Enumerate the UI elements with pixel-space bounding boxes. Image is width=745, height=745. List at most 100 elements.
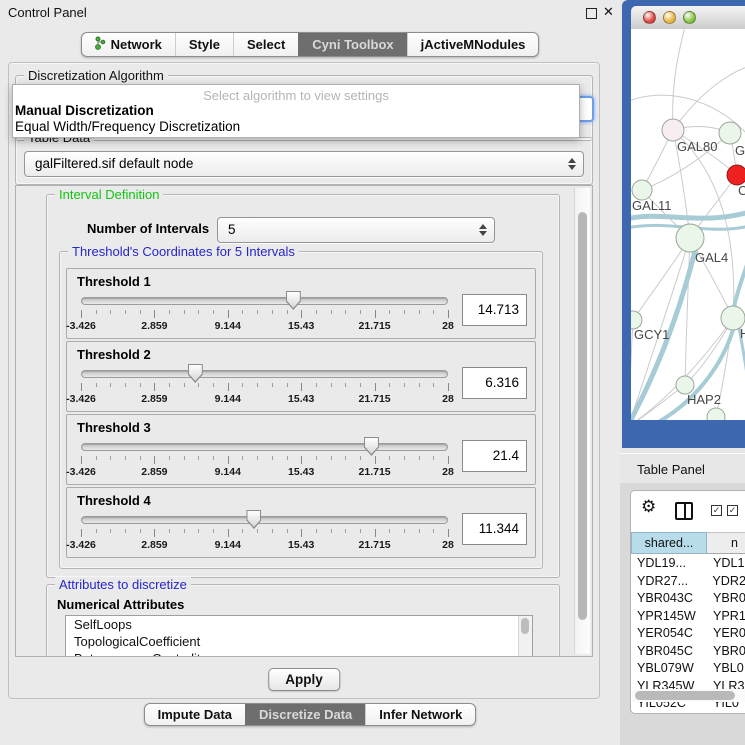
table-row[interactable]: YBR045CYBR0 (632, 643, 745, 661)
table-row[interactable]: YER054CYER0 (632, 625, 745, 643)
tab-cyni-toolbox[interactable]: Cyni Toolbox (298, 33, 406, 56)
apply-button[interactable]: Apply (268, 668, 340, 691)
tick-mark (316, 529, 317, 533)
tab-impute-data[interactable]: Impute Data (145, 704, 245, 725)
slider-track[interactable] (81, 443, 448, 451)
table-horizontal-scrollbar[interactable] (632, 689, 745, 702)
tab-infer-network[interactable]: Infer Network (365, 704, 475, 725)
number-of-intervals-combo[interactable]: 5 (217, 217, 495, 243)
table-row[interactable]: YDL19...YDL1 (632, 555, 745, 573)
tick-mark (198, 529, 199, 533)
network-edge-thick[interactable] (734, 253, 745, 307)
interval-definition-group: Interval Definition Number of Intervals … (46, 194, 560, 578)
attributes-list-scrollbar[interactable] (518, 616, 532, 657)
table-toolbar: ⚙ ✓ ✓ (631, 491, 745, 531)
slider-thumb-icon[interactable] (246, 510, 261, 529)
tick-mark (184, 383, 185, 387)
tick-mark (448, 383, 449, 391)
tick-mark (375, 310, 376, 318)
column-header-name[interactable]: n (707, 532, 745, 554)
network-view-window[interactable]: GAL80GACGAL11GAL4GCY1HHAP2 (622, 0, 745, 448)
network-edge[interactable] (685, 238, 690, 385)
tick-mark (287, 383, 288, 387)
table-cell-shared-name: YDL19... (632, 555, 709, 573)
slider-thumb-icon[interactable] (188, 364, 203, 383)
tab-network[interactable]: Network (82, 33, 175, 56)
tick-label: 21.715 (359, 466, 391, 478)
algorithm-option[interactable]: Manual Discretization (13, 103, 579, 119)
tab-select[interactable]: Select (233, 33, 298, 56)
slider-tick-labels: -3.4262.8599.14415.4321.71528 (81, 320, 448, 332)
checkbox-icon[interactable]: ✓ (727, 505, 738, 516)
tick-mark (331, 310, 332, 314)
slider-track[interactable] (81, 297, 448, 305)
checkbox-icon[interactable]: ✓ (711, 505, 722, 516)
table-row[interactable]: YDR27...YDR2 (632, 573, 745, 591)
threshold-value-field[interactable]: 6.316 (462, 367, 527, 399)
attribute-list-item[interactable]: TopologicalCoefficient (66, 633, 532, 650)
tick-mark (448, 456, 449, 464)
float-window-icon[interactable] (586, 8, 597, 19)
tick-mark (228, 456, 229, 464)
gear-icon[interactable]: ⚙ (641, 497, 656, 517)
settings-scrollbar[interactable] (574, 188, 590, 654)
table-row[interactable]: YBL079WYBL0 (632, 660, 745, 678)
network-edge[interactable] (673, 29, 685, 130)
attribute-list-item[interactable]: SelfLoops (66, 616, 532, 633)
tick-label: -3.426 (66, 393, 96, 405)
mac-zoom-button[interactable] (683, 11, 696, 24)
threshold-value-field[interactable]: 21.4 (462, 440, 527, 472)
tick-mark (198, 310, 199, 314)
table-cell-shared-name: YBR043C (632, 590, 709, 608)
tick-mark (81, 456, 82, 464)
threshold-value-field[interactable]: 11.344 (462, 513, 527, 545)
algorithm-option[interactable]: Equal Width/Frequency Discretization (13, 119, 579, 135)
table-data-combo[interactable]: galFiltered.sif default node (24, 151, 584, 177)
table-header-row: shared... n (631, 532, 745, 554)
top-tabstrip: NetworkStyleSelectCyni ToolboxjActiveMNo… (0, 32, 620, 57)
tab-style[interactable]: Style (175, 33, 233, 56)
mac-close-button[interactable] (643, 11, 656, 24)
close-icon[interactable]: ✕ (603, 4, 614, 20)
tab-jactivemnodules[interactable]: jActiveMNodules (407, 33, 539, 56)
slider-thumb-icon[interactable] (364, 437, 379, 456)
threshold-slider[interactable]: -3.4262.8599.14415.4321.71528 (81, 508, 448, 552)
network-node[interactable] (676, 224, 704, 252)
tick-mark (198, 383, 199, 387)
slider-track[interactable] (81, 516, 448, 524)
network-node[interactable] (632, 180, 652, 200)
slider-track[interactable] (81, 370, 448, 378)
network-graph[interactable]: GAL80GACGAL11GAL4GCY1HHAP2 (631, 29, 745, 420)
tick-mark (110, 456, 111, 460)
table-row[interactable]: YPR145WYPR1 (632, 608, 745, 626)
network-node-label: H (740, 326, 745, 341)
numerical-attributes-list[interactable]: SelfLoopsTopologicalCoefficientBetweenne… (65, 615, 533, 657)
table-row[interactable]: YBR043CYBR0 (632, 590, 745, 608)
threshold-label: Threshold 4 (67, 488, 535, 508)
attribute-list-item[interactable]: BetweennessCentrality (66, 650, 532, 657)
network-edge[interactable] (631, 320, 633, 420)
tick-mark (228, 310, 229, 318)
network-node[interactable] (707, 408, 725, 420)
network-window-titlebar (631, 6, 745, 30)
tab-discretize-data[interactable]: Discretize Data (245, 704, 365, 725)
threshold-value-field[interactable]: 14.713 (462, 294, 527, 326)
network-edge[interactable] (633, 238, 690, 320)
slider-thumb-icon[interactable] (286, 291, 301, 310)
tick-label: 28 (442, 466, 454, 478)
threshold-slider[interactable]: -3.4262.8599.14415.4321.71528 (81, 289, 448, 333)
table-cell-name: YPR1 (709, 608, 745, 626)
combo-stepper-icon (479, 224, 487, 236)
mac-minimize-button[interactable] (663, 11, 676, 24)
column-header-shared-name[interactable]: shared... (631, 532, 707, 554)
tick-mark (375, 456, 376, 464)
network-node[interactable] (662, 119, 684, 141)
table-cell-shared-name: YER054C (632, 625, 709, 643)
network-node[interactable] (719, 122, 741, 144)
network-canvas[interactable]: GAL80GACGAL11GAL4GCY1HHAP2 (631, 29, 745, 420)
table-panel-header: Table Panel (620, 453, 745, 484)
threshold-slider[interactable]: -3.4262.8599.14415.4321.71528 (81, 435, 448, 479)
threshold-slider[interactable]: -3.4262.8599.14415.4321.71528 (81, 362, 448, 406)
columns-icon[interactable] (675, 502, 693, 520)
network-node[interactable] (727, 165, 745, 185)
